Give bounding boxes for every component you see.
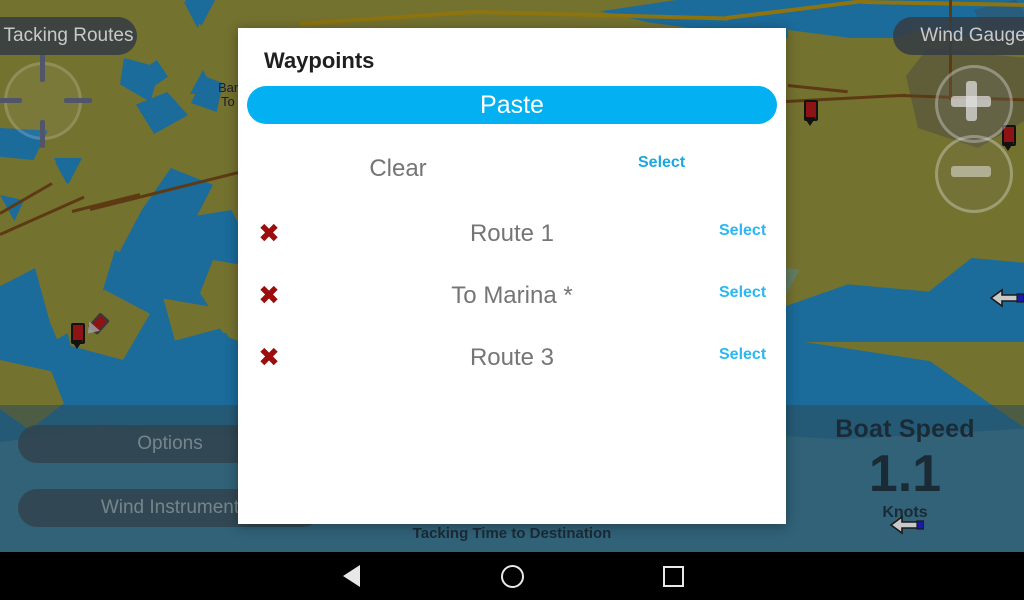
clear-select-link[interactable]: Select bbox=[638, 154, 685, 172]
nav-home-button[interactable] bbox=[452, 552, 572, 600]
app-screen: Bar To Tacking Routes Wind Gauge Options… bbox=[0, 0, 1024, 600]
delete-x-icon[interactable]: ✖ bbox=[257, 221, 281, 247]
tacking-routes-button[interactable]: Tacking Routes bbox=[0, 17, 137, 55]
cursor-arrow-icon bbox=[890, 515, 924, 535]
waypoints-dialog: Waypoints Paste Clear Select ✖ Route 1 S… bbox=[238, 28, 786, 524]
table-row: ✖ Route 3 Select bbox=[238, 330, 786, 392]
map-label: To bbox=[221, 94, 235, 109]
tacking-time-label: Tacking Time to Destination bbox=[412, 525, 612, 542]
minus-icon bbox=[951, 166, 991, 177]
delete-x-icon[interactable]: ✖ bbox=[257, 345, 281, 371]
home-circle-icon bbox=[500, 564, 524, 588]
plus-icon bbox=[951, 96, 991, 107]
zoom-out-button[interactable] bbox=[935, 135, 1013, 213]
table-row: ✖ Route 1 Select bbox=[238, 206, 786, 268]
nav-back-button[interactable] bbox=[291, 552, 411, 600]
table-row: ✖ To Marina * Select bbox=[238, 268, 786, 330]
recents-square-icon bbox=[662, 565, 684, 587]
boat-speed-title: Boat Speed bbox=[835, 415, 975, 443]
clear-row: Clear Select bbox=[238, 146, 786, 198]
route-select-link[interactable]: Select bbox=[719, 346, 766, 364]
map-water-sea bbox=[786, 258, 1024, 342]
paste-button[interactable]: Paste bbox=[247, 86, 777, 124]
back-triangle-icon bbox=[342, 565, 360, 587]
clear-label: Clear bbox=[369, 155, 427, 182]
boat-speed-value: 1.1 bbox=[868, 445, 942, 503]
zoom-in-button[interactable] bbox=[935, 65, 1013, 143]
crosshair-icon[interactable] bbox=[0, 54, 92, 148]
route-select-link[interactable]: Select bbox=[719, 222, 766, 240]
map-water-region bbox=[55, 162, 79, 184]
route-name: Route 3 bbox=[469, 344, 555, 371]
nav-recents-button[interactable] bbox=[613, 552, 733, 600]
map-trail bbox=[299, 9, 480, 26]
route-name: Route 1 bbox=[469, 220, 555, 247]
map-marker[interactable] bbox=[803, 100, 818, 126]
map-label: Bar bbox=[218, 80, 239, 95]
map-water-region bbox=[136, 92, 188, 134]
cursor-arrow-icon bbox=[990, 288, 1024, 308]
route-name: To Marina * bbox=[451, 282, 573, 309]
delete-x-icon[interactable]: ✖ bbox=[257, 283, 281, 309]
dialog-title: Waypoints bbox=[264, 48, 375, 73]
wind-gauge-button[interactable]: Wind Gauge bbox=[893, 17, 1024, 55]
route-select-link[interactable]: Select bbox=[719, 284, 766, 302]
boat-speed-panel: Boat Speed 1.1 Knots bbox=[790, 415, 1020, 522]
android-navigation-bar bbox=[0, 552, 1024, 600]
